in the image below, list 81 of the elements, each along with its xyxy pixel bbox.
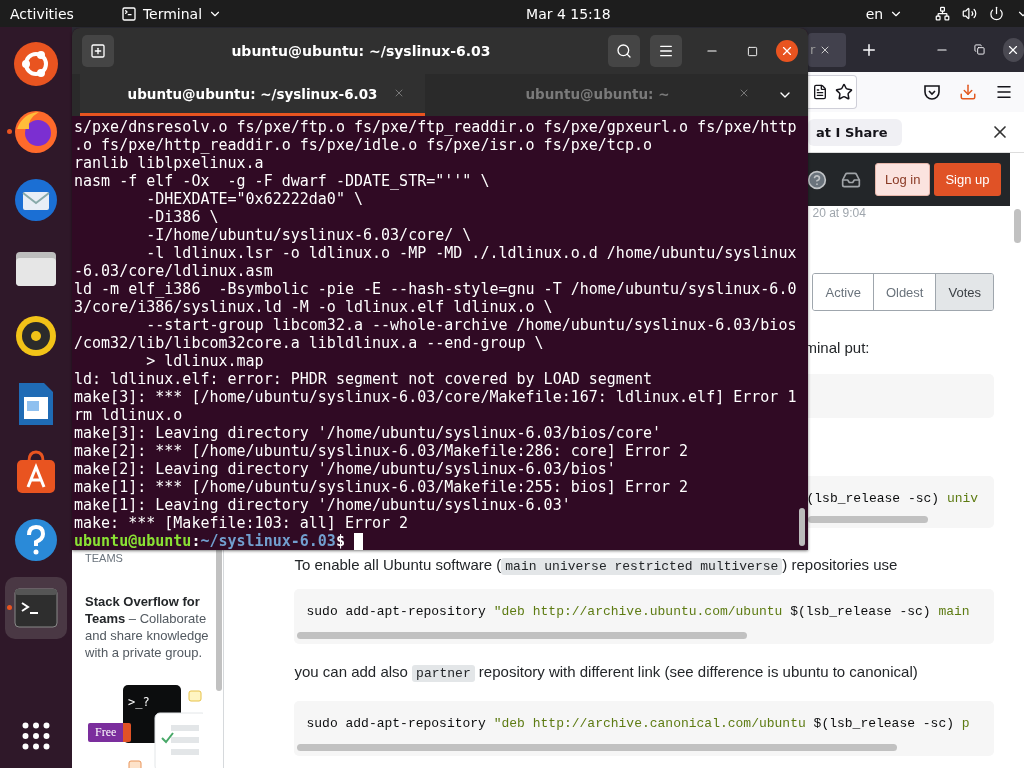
- plus-icon: [90, 43, 106, 59]
- volume-icon[interactable]: [962, 6, 978, 21]
- shopping-bag-icon[interactable]: [14, 449, 58, 495]
- scrollbar-thumb[interactable]: [297, 744, 898, 751]
- terminal-line: ranlib liblpxelinux.a: [74, 154, 265, 172]
- code-line: sudo add-apt-repository "deb http://archive.canonical.com/ubuntu $(lsb_release -sc) p: [306, 716, 970, 731]
- terminal-line: make[2]: Leaving directory '/home/ubuntu/syslinux-6.03/bios': [74, 460, 617, 478]
- notification-text: at I Share: [808, 118, 902, 146]
- close-button[interactable]: [776, 40, 798, 62]
- scrollbar-thumb[interactable]: [297, 632, 748, 639]
- help-icon[interactable]: [807, 169, 827, 190]
- firefox-icon[interactable]: [13, 109, 59, 155]
- text-cursor: [353, 532, 363, 550]
- close-icon: [780, 44, 794, 58]
- terminal-line: make[3]: *** [/home/ubuntu/syslinux-6.03/core/Makefile:167: ldlinux.elf] Error 1: [74, 388, 798, 406]
- terminal-line: .o fs/pxe/http_readdir.o fs/pxe/idle.o fs/pxe/isr.o fs/pxe/tcp.o: [74, 136, 653, 154]
- search-icon: [616, 43, 632, 59]
- search-button[interactable]: [608, 35, 640, 67]
- pocket-icon[interactable]: [923, 83, 941, 101]
- terminal-line: /com32/lib/libcom32core.a libldlinux.a --end-group \: [74, 334, 545, 352]
- close-button[interactable]: [1002, 37, 1024, 62]
- terminal-line: make[2]: *** [/home/ubuntu/syslinux-6.03/Makefile:286: core] Error 2: [74, 442, 690, 460]
- scrollbar-thumb[interactable]: [1014, 209, 1021, 243]
- terminal-line: 3/core/i386/syslinux.ld -M -o ldlinux.elf ldlinux.o \: [74, 298, 554, 316]
- terminal-line: -DHEXDATE="0x62222da0" \: [145, 190, 364, 208]
- sort-tab[interactable]: Votes: [935, 274, 993, 310]
- terminal-line: -I/home/ubuntu/syslinux-6.03/core/ \: [145, 226, 473, 244]
- section-label: TEAMS: [85, 552, 124, 566]
- menu-button[interactable]: [650, 35, 682, 67]
- illustration-prompt-text: >_?: [128, 695, 150, 710]
- url-field[interactable]: [808, 75, 857, 109]
- browser-tab[interactable]: r: [808, 32, 846, 67]
- terminal-line: make[3]: Leaving directory '/home/ubuntu/syslinux-6.03/bios/core': [74, 424, 662, 442]
- window-title: ubuntu@ubuntu: ~/syslinux-6.03: [230, 43, 492, 59]
- restore-icon[interactable]: [973, 44, 985, 55]
- menu-icon: [658, 43, 674, 59]
- terminal-icon[interactable]: [14, 588, 58, 628]
- terminal-line: make[1]: *** [/home/ubuntu/syslinux-6.03/Makefile:255: bios] Error 2: [74, 478, 690, 496]
- terminal-line: ld: ldlinux.elf: error: PHDR segment not covered by LOAD segment: [74, 370, 653, 388]
- network-icon[interactable]: [935, 6, 951, 21]
- menu-icon[interactable]: [995, 83, 1013, 101]
- document-icon[interactable]: [16, 381, 56, 427]
- shell-prompt: ubuntu@ubuntu:~/syslinux-6.03$: [74, 532, 346, 550]
- terminal-line: > ldlinux.map: [145, 352, 265, 370]
- login-button[interactable]: Log in: [875, 163, 931, 196]
- ubuntu-logo-icon: [12, 40, 60, 88]
- terminal-line: make: *** [Makefile:103: all] Error 2: [74, 514, 410, 532]
- terminal-line: rm ldlinux.o: [74, 406, 184, 424]
- answer-text: To enable all Ubuntu software ( main universe restricted multiverse ) repositories use: [294, 555, 898, 576]
- scrollbar-thumb[interactable]: [799, 508, 805, 546]
- terminal-line: s/pxe/dnsresolv.o fs/pxe/ftp.o fs/pxe/ftp_readdir.o fs/pxe/gpxeurl.o fs/pxe/http: [74, 118, 798, 136]
- code-line: sudo add-apt-repository "deb http://archive.ubuntu.com/ubuntu $(lsb_release -sc) main: [306, 604, 970, 619]
- terminal-tab[interactable]: ubuntu@ubuntu: ~/syslinux-6.03: [80, 74, 425, 116]
- terminal-line: nasm -f elf -Ox -g -F dwarf -DDATE_STR="''" \: [74, 172, 491, 190]
- answer-text: you can add also partner repository with different link (see difference is ubuntu to canonical): [294, 662, 918, 683]
- code-line: (lsb_release -sc) univ: [806, 491, 979, 506]
- help-icon[interactable]: [13, 517, 59, 563]
- activities-button[interactable]: Activities: [10, 5, 74, 22]
- scrollbar-thumb[interactable]: [808, 516, 929, 523]
- app-menu[interactable]: Terminal: [120, 5, 223, 22]
- terminal-icon: [120, 5, 137, 22]
- reader-view-icon[interactable]: [811, 84, 828, 100]
- terminal-line: -Di386 \: [145, 208, 220, 226]
- teams-promo-text: Stack Overflow for Teams – Collaborate and share knowledge with a private group.: [85, 593, 210, 662]
- input-source-menu[interactable]: en: [865, 5, 904, 22]
- maximize-icon[interactable]: [746, 45, 758, 57]
- download-icon[interactable]: [959, 83, 977, 101]
- signup-button[interactable]: Sign up: [934, 163, 1001, 196]
- terminal-line: make[1]: Leaving directory '/home/ubuntu/syslinux-6.03': [74, 496, 572, 514]
- terminal-line: -6.03/core/ldlinux.asm: [74, 262, 274, 280]
- terminal-line: --start-group libcom32.a --whole-archive /home/ubuntu/syslinux-6.03/bios: [145, 316, 798, 334]
- speaker-icon[interactable]: [14, 314, 58, 358]
- terminal-line: -l ldlinux.lsr -o ldlinux.o -MP -MD ./.ldlinux.o.d /home/ubuntu/syslinux: [145, 244, 798, 262]
- mail-icon[interactable]: [12, 176, 60, 224]
- timestamp: 20 at 9:04: [812, 206, 866, 220]
- new-tab-button[interactable]: [82, 35, 114, 67]
- power-icon[interactable]: [989, 6, 1005, 21]
- terminal-line: ld -m elf_i386 -Bsymbolic -pie -E --hash-style=gnu -T /home/ubuntu/syslinux-6.0: [74, 280, 798, 298]
- clock[interactable]: Mar 4 15:18: [526, 5, 611, 22]
- free-badge: Free: [88, 723, 132, 743]
- bookmark-star-icon[interactable]: [834, 83, 853, 101]
